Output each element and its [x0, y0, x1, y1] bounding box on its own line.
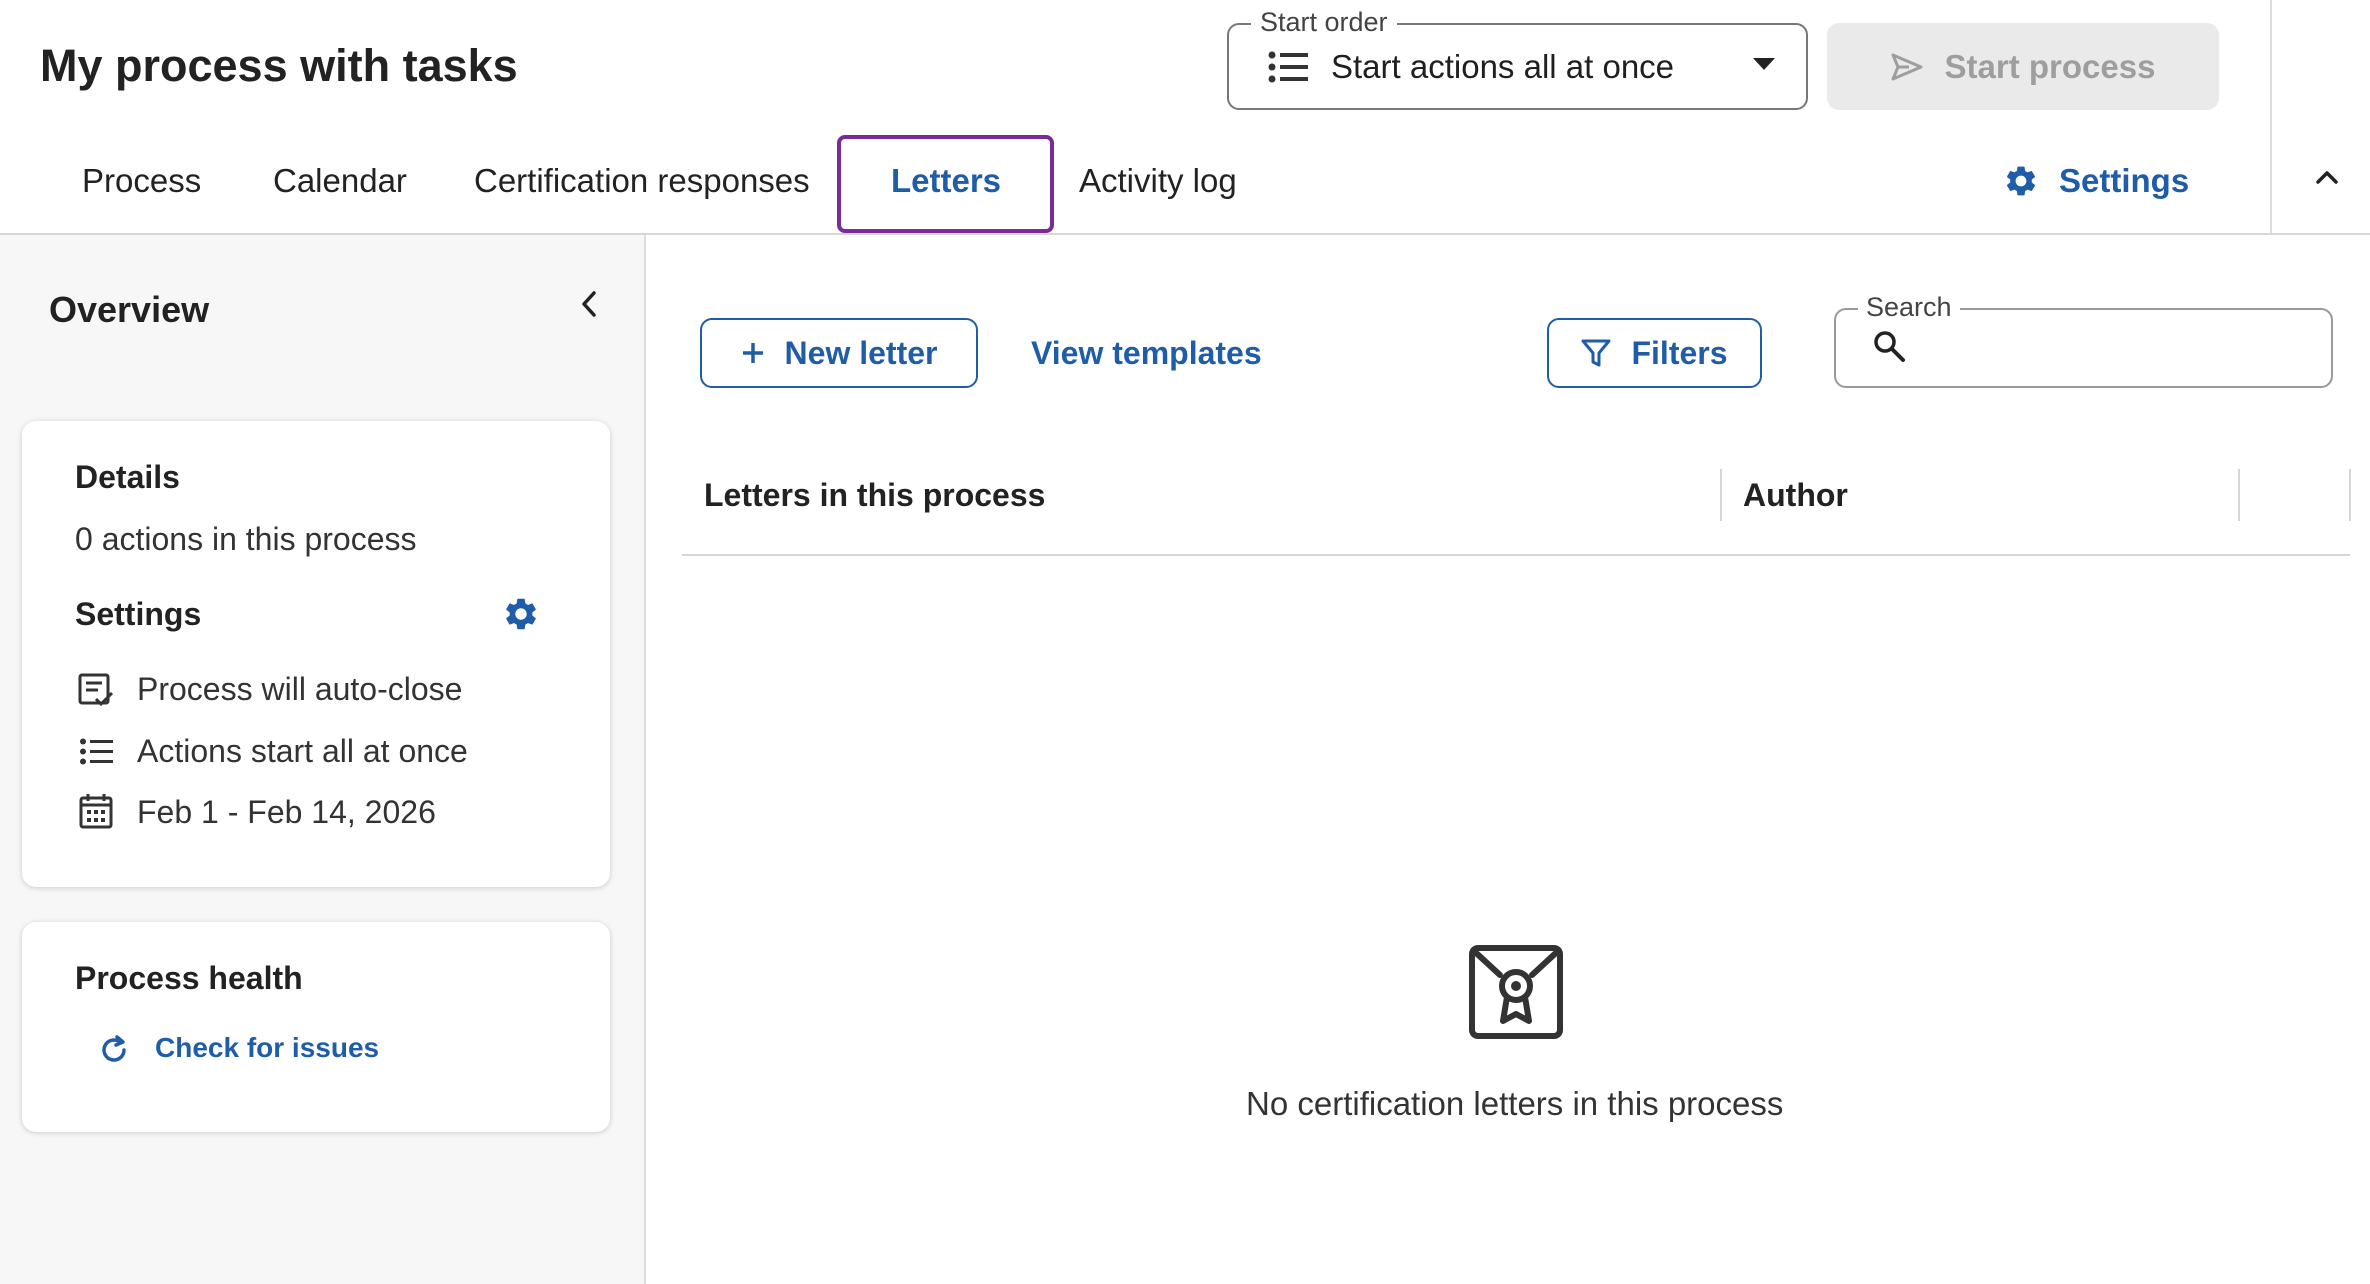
- column-separator[interactable]: [1720, 469, 1722, 521]
- tab-letters[interactable]: Letters: [891, 155, 1001, 207]
- filter-icon: [1581, 338, 1611, 368]
- column-separator[interactable]: [2349, 469, 2351, 521]
- column-header-letters[interactable]: Letters in this process: [704, 474, 1045, 516]
- calendar-icon: [79, 793, 113, 829]
- certificate-envelope-icon: [1467, 943, 1565, 1041]
- process-health-heading: Process health: [75, 960, 303, 996]
- table-header-divider: [682, 554, 2350, 556]
- auto-close-text: Process will auto-close: [137, 671, 463, 707]
- details-heading: Details: [75, 459, 180, 495]
- date-range-text: Feb 1 - Feb 14, 2026: [137, 794, 436, 830]
- column-separator[interactable]: [2238, 469, 2240, 521]
- overview-title: Overview: [49, 289, 210, 330]
- settings-heading: Settings: [75, 596, 202, 632]
- empty-state-message: No certification letters in this process: [1246, 1085, 1784, 1122]
- chevron-left-icon[interactable]: [578, 288, 600, 320]
- start-order-text: Actions start all at once: [137, 733, 468, 769]
- check-for-issues-link[interactable]: Check for issues: [155, 1030, 379, 1066]
- search-icon: [1872, 329, 1906, 363]
- new-letter-button[interactable]: New letter: [700, 318, 978, 388]
- start-process-button[interactable]: Start process: [1827, 23, 2219, 110]
- list-icon: [1268, 50, 1308, 84]
- actions-count: 0 actions in this process: [75, 521, 417, 557]
- page-title: My process with tasks: [40, 40, 518, 91]
- auto-close-icon: [78, 673, 114, 707]
- plus-icon: [741, 341, 765, 365]
- tab-activity-log[interactable]: Activity log: [1079, 155, 1237, 207]
- filters-button[interactable]: Filters: [1547, 318, 1762, 388]
- start-order-legend: Start order: [1251, 6, 1397, 38]
- search-input[interactable]: [1912, 318, 2312, 376]
- settings-label: Settings: [2059, 162, 2190, 199]
- settings-link[interactable]: Settings: [2003, 155, 2189, 207]
- send-icon: [1891, 53, 1923, 81]
- tab-process[interactable]: Process: [82, 155, 201, 207]
- gear-icon: [2003, 163, 2039, 199]
- tab-certification-responses[interactable]: Certification responses: [474, 155, 810, 207]
- header-divider: [2270, 0, 2272, 235]
- column-header-author[interactable]: Author: [1743, 474, 1848, 516]
- list-icon: [80, 738, 113, 765]
- start-order-value: Start actions all at once: [1331, 48, 1675, 85]
- gear-icon[interactable]: [502, 595, 540, 633]
- refresh-icon[interactable]: [98, 1034, 130, 1066]
- start-process-label: Start process: [1944, 47, 2156, 85]
- filters-label: Filters: [1631, 334, 1728, 371]
- view-templates-link[interactable]: View templates: [1031, 332, 1262, 374]
- chevron-up-icon[interactable]: [2313, 163, 2341, 191]
- tab-calendar[interactable]: Calendar: [273, 155, 407, 207]
- caret-down-icon[interactable]: [1753, 58, 1775, 70]
- new-letter-label: New letter: [784, 334, 938, 371]
